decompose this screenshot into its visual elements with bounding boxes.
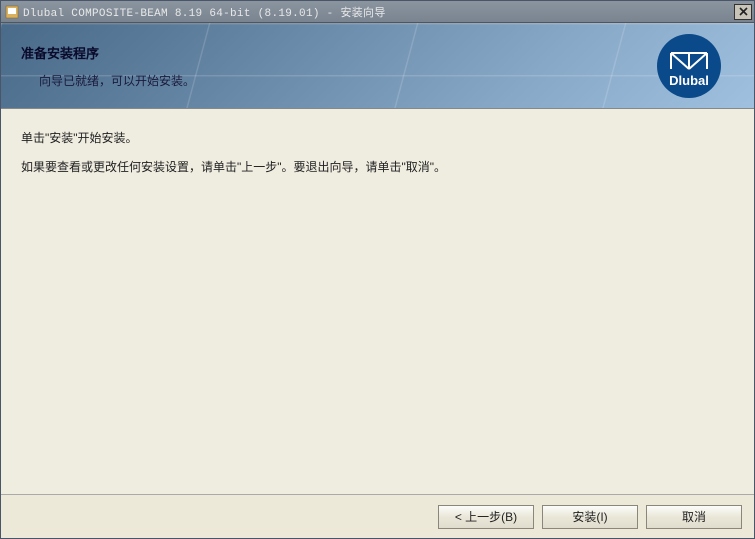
install-button[interactable]: 安装(I) <box>542 505 638 529</box>
cancel-button[interactable]: 取消 <box>646 505 742 529</box>
titlebar: Dlubal COMPOSITE-BEAM 8.19 64-bit (8.19.… <box>1 1 754 23</box>
page-subtitle: 向导已就绪，可以开始安装。 <box>39 72 656 89</box>
content-area: 单击"安装"开始安装。 如果要查看或更改任何安装设置，请单击"上一步"。要退出向… <box>1 109 754 494</box>
window-title: Dlubal COMPOSITE-BEAM 8.19 64-bit (8.19.… <box>23 4 734 20</box>
installer-window: Dlubal COMPOSITE-BEAM 8.19 64-bit (8.19.… <box>0 0 755 539</box>
app-icon <box>5 5 19 19</box>
back-button[interactable]: < 上一步(B) <box>438 505 534 529</box>
instruction-text-1: 单击"安装"开始安装。 <box>21 127 734 150</box>
footer-bar: < 上一步(B) 安装(I) 取消 <box>1 494 754 538</box>
header-panel: 准备安装程序 向导已就绪，可以开始安装。 Dlubal <box>1 23 754 109</box>
brand-logo: Dlubal <box>656 33 722 99</box>
svg-text:Dlubal: Dlubal <box>669 73 709 88</box>
instruction-text-2: 如果要查看或更改任何安装设置，请单击"上一步"。要退出向导，请单击"取消"。 <box>21 156 734 179</box>
page-title: 准备安装程序 <box>21 43 656 62</box>
header-text: 准备安装程序 向导已就绪，可以开始安装。 <box>21 43 656 89</box>
close-button[interactable] <box>734 4 752 20</box>
